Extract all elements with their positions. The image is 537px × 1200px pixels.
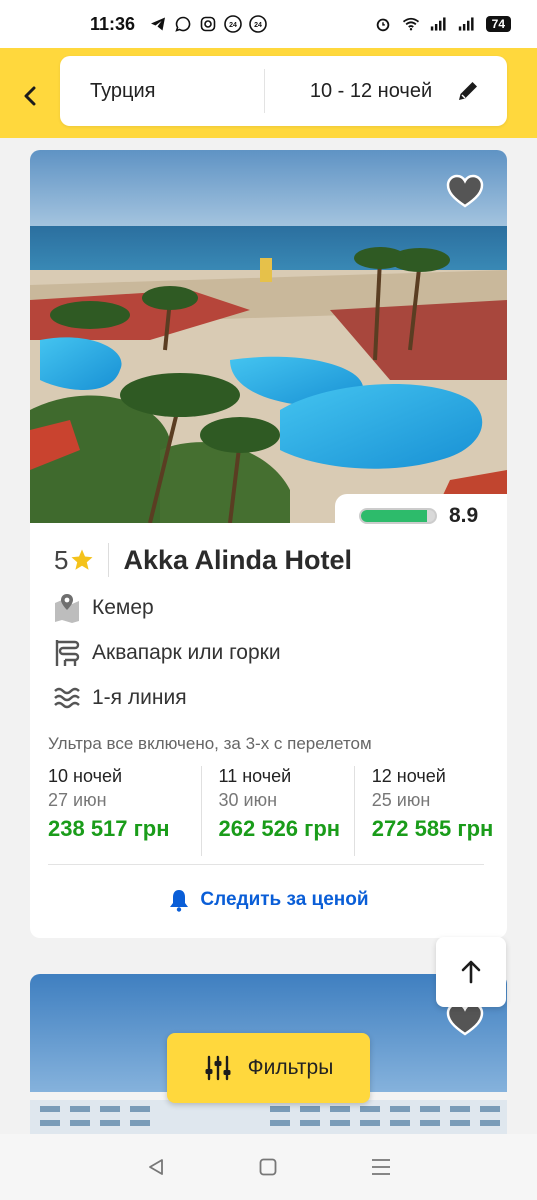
- app-24-icon: 24: [224, 15, 242, 33]
- system-icons: 74: [374, 15, 511, 33]
- hotel-photo[interactable]: [30, 150, 507, 523]
- hotel-feature-beach-line: 1-я линия: [52, 682, 187, 714]
- status-bar: 11:36 24 24 74: [0, 0, 537, 48]
- offer-item[interactable]: 10 ночей 27 июн 238 517 грн: [48, 766, 201, 856]
- map-icon: [52, 592, 82, 624]
- slide-icon: [52, 637, 82, 669]
- signal-icon: [458, 15, 476, 33]
- offer-nights: 10 ночей: [48, 766, 123, 786]
- svg-text:24: 24: [254, 22, 262, 29]
- resort-photo-image: [30, 150, 507, 523]
- offers-list: 10 ночей 27 июн 238 517 грн 11 ночей 30 …: [48, 766, 507, 856]
- rating-bar: [359, 508, 437, 524]
- rating-bar-fill: [361, 510, 427, 522]
- offer-item[interactable]: 12 ночей 25 июн 272 585 грн: [353, 766, 507, 856]
- rating-badge: 8.9: [335, 494, 507, 538]
- alarm-icon: [374, 15, 392, 33]
- offer-price: 272 585 грн: [371, 816, 494, 841]
- waves-icon: [52, 682, 82, 714]
- offer-description: Ультра все включено, за 3-х с перелетом: [48, 734, 372, 753]
- favorite-button[interactable]: [445, 172, 485, 212]
- rating-score: 8.9: [449, 504, 479, 527]
- feature-waterpark-label: Аквапарк или горки: [92, 641, 281, 664]
- hotel-card[interactable]: 8.9 5 Akka Alinda Hotel Кемер Аквапарк и…: [30, 150, 507, 938]
- battery-icon: 74: [485, 16, 511, 32]
- heart-icon: [446, 174, 484, 208]
- filters-label: Фильтры: [247, 1056, 334, 1079]
- title-divider: [108, 543, 110, 577]
- telegram-icon: [149, 15, 167, 33]
- offer-date: 27 июн: [48, 790, 107, 810]
- pencil-icon: [459, 82, 477, 100]
- status-time: 11:36: [90, 13, 136, 34]
- offer-price: 262 526 грн: [218, 816, 341, 841]
- offer-nights: 11 ночей: [218, 766, 292, 786]
- notification-icons: 24 24: [149, 15, 267, 33]
- watch-price-label: Следить за ценой: [200, 889, 369, 910]
- filters-button[interactable]: Фильтры: [167, 1033, 370, 1103]
- star-icon: [71, 549, 93, 570]
- feature-line-label: 1-я линия: [92, 686, 187, 709]
- instagram-icon: [199, 15, 217, 33]
- search-country[interactable]: Турция: [60, 80, 264, 103]
- back-button[interactable]: [14, 80, 46, 112]
- nav-home-icon: [260, 1158, 277, 1176]
- arrow-up-icon: [461, 960, 481, 984]
- search-header: Турция 10 - 12 ночей: [0, 48, 537, 138]
- system-nav-bar: [0, 1134, 537, 1200]
- offer-nights: 12 ночей: [371, 766, 446, 786]
- card-divider: [48, 864, 484, 865]
- search-summary[interactable]: Турция 10 - 12 ночей: [60, 56, 507, 126]
- svg-text:24: 24: [229, 22, 237, 29]
- app-24-icon: 24: [249, 15, 267, 33]
- hotel-stars: 5: [54, 544, 69, 575]
- nav-back-button[interactable]: [142, 1153, 170, 1181]
- bell-icon: [170, 890, 189, 912]
- offer-date: 30 июн: [218, 790, 278, 810]
- scroll-top-button[interactable]: [436, 937, 506, 1007]
- offer-date: 25 июн: [371, 790, 431, 810]
- viber-icon: [174, 15, 192, 33]
- watch-price-button[interactable]: Следить за ценой: [30, 884, 507, 916]
- back-arrow-icon: [24, 86, 36, 106]
- hotel-name[interactable]: Akka Alinda Hotel: [123, 545, 352, 576]
- nav-recents-icon: [371, 1159, 390, 1175]
- nav-recents-button[interactable]: [367, 1153, 395, 1181]
- sliders-icon: [205, 1055, 231, 1081]
- edit-search-button[interactable]: [455, 78, 481, 104]
- signal-icon: [430, 15, 448, 33]
- hotel-location: Кемер: [52, 592, 154, 624]
- offer-price: 238 517 грн: [48, 816, 170, 841]
- nav-back-icon: [149, 1159, 164, 1175]
- hotel-title-row: 5 Akka Alinda Hotel: [54, 538, 352, 582]
- location-label: Кемер: [92, 596, 154, 619]
- hotel-feature-waterpark: Аквапарк или горки: [52, 637, 281, 669]
- wifi-icon: [402, 15, 420, 33]
- nav-home-button[interactable]: [254, 1153, 282, 1181]
- offer-item[interactable]: 11 ночей 30 июн 262 526 грн: [200, 766, 354, 856]
